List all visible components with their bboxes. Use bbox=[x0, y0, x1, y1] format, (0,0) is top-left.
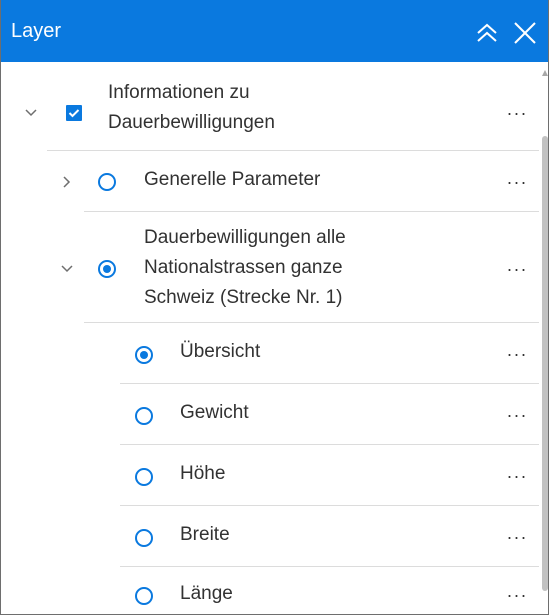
more-options-button[interactable]: ··· bbox=[504, 585, 530, 605]
layer-label: Gewicht bbox=[180, 402, 249, 423]
layer-radio[interactable] bbox=[98, 260, 116, 278]
layer-radio[interactable] bbox=[135, 529, 153, 547]
layer-label: Länge bbox=[180, 583, 233, 604]
layer-item-laenge[interactable]: Länge ··· bbox=[1, 567, 539, 614]
checkmark-icon bbox=[68, 109, 80, 118]
layer-label: Informationen zu Dauerbewilligungen bbox=[108, 82, 275, 133]
layer-radio[interactable] bbox=[135, 468, 153, 486]
layer-item-generelle-parameter[interactable]: Generelle Parameter ··· bbox=[1, 151, 539, 211]
scrollbar[interactable] bbox=[539, 70, 548, 610]
double-chevron-up-icon bbox=[477, 23, 497, 42]
layer-label: Höhe bbox=[180, 463, 226, 484]
layer-radio[interactable] bbox=[98, 173, 116, 191]
more-options-button[interactable]: ··· bbox=[504, 172, 530, 192]
layer-checkbox[interactable] bbox=[66, 105, 82, 121]
more-options-button[interactable]: ··· bbox=[504, 466, 530, 486]
layer-label: Übersicht bbox=[180, 341, 261, 362]
more-options-button[interactable]: ··· bbox=[504, 259, 530, 279]
scroll-up-arrow-icon[interactable] bbox=[542, 70, 548, 76]
chevron-down-icon[interactable] bbox=[60, 262, 74, 276]
collapse-button[interactable] bbox=[474, 20, 500, 46]
layer-label: Breite bbox=[180, 524, 230, 545]
layer-item-hoehe[interactable]: Höhe ··· bbox=[1, 445, 539, 505]
panel-title: Layer bbox=[11, 20, 62, 42]
layer-panel: Layer Informationen zu Dauerbewilligunge… bbox=[0, 0, 549, 615]
more-options-button[interactable]: ··· bbox=[504, 103, 530, 123]
scroll-thumb[interactable] bbox=[542, 136, 548, 591]
panel-header: Layer bbox=[1, 0, 548, 62]
layer-item-dauerbewilligungen[interactable]: Dauerbewilligungen alle Nationalstrassen… bbox=[1, 212, 539, 322]
more-options-button[interactable]: ··· bbox=[504, 344, 530, 364]
layer-radio[interactable] bbox=[135, 346, 153, 364]
layer-radio[interactable] bbox=[135, 407, 153, 425]
chevron-down-icon[interactable] bbox=[24, 106, 38, 120]
close-button[interactable] bbox=[512, 20, 538, 46]
layer-label: Dauerbewilligungen alle Nationalstrassen… bbox=[144, 227, 346, 308]
layer-item-breite[interactable]: Breite ··· bbox=[1, 506, 539, 566]
layer-item-gewicht[interactable]: Gewicht ··· bbox=[1, 384, 539, 444]
more-options-button[interactable]: ··· bbox=[504, 405, 530, 425]
layer-radio[interactable] bbox=[135, 587, 153, 605]
layer-item-informationen[interactable]: Informationen zu Dauerbewilligungen ··· bbox=[1, 76, 539, 150]
chevron-right-icon[interactable] bbox=[60, 175, 74, 189]
more-options-button[interactable]: ··· bbox=[504, 527, 530, 547]
layer-item-uebersicht[interactable]: Übersicht ··· bbox=[1, 323, 539, 383]
layer-label: Generelle Parameter bbox=[144, 169, 321, 190]
close-icon bbox=[514, 22, 536, 44]
